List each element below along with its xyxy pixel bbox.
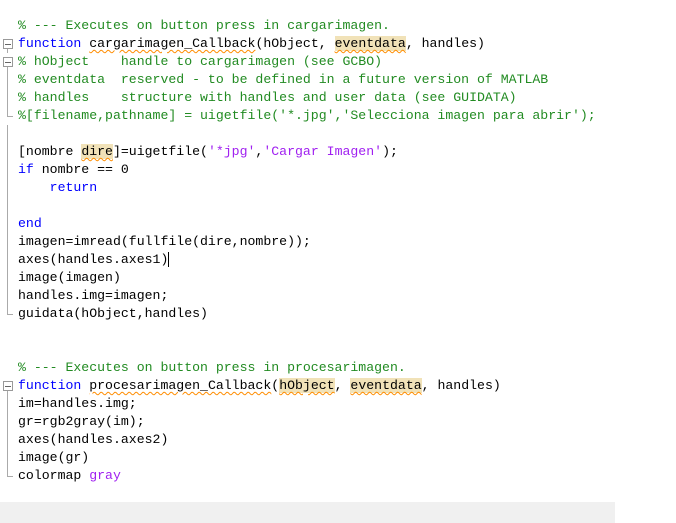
code-string: gray <box>89 468 121 483</box>
fold-end-marker <box>7 467 13 477</box>
code-editor[interactable]: % --- Executes on button press in cargar… <box>0 17 676 485</box>
code-token: , <box>334 378 351 393</box>
editor-bottom-panel <box>0 502 615 523</box>
code-line[interactable]: image(gr) <box>0 449 676 467</box>
code-line[interactable] <box>0 125 676 143</box>
code-token: (hObject, <box>255 36 335 51</box>
code-token: procesarimagen_Callback <box>89 378 272 393</box>
fold-guide <box>7 215 8 233</box>
code-line[interactable]: %[filename,pathname] = uigetfile('*.jpg'… <box>0 107 676 125</box>
code-line[interactable]: return <box>0 179 676 197</box>
code-comment: % --- Executes on button press in proces… <box>18 360 406 375</box>
code-string: 'Cargar Imagen' <box>263 144 383 159</box>
fold-guide <box>7 251 8 269</box>
code-token: axes(handles.axes2) <box>18 432 169 447</box>
fold-end-marker <box>7 305 13 315</box>
code-line[interactable]: imagen=imread(fullfile(dire,nombre)); <box>0 233 676 251</box>
code-keyword: function <box>18 378 90 393</box>
code-line[interactable]: end <box>0 215 676 233</box>
code-comment: % hObject handle to cargarimagen (see GC… <box>18 54 383 69</box>
code-token: dire <box>81 144 113 159</box>
fold-guide <box>7 269 8 287</box>
fold-guide <box>7 143 8 161</box>
code-token: axes(handles.axes1) <box>18 252 169 267</box>
code-token: , handles) <box>405 36 485 51</box>
code-token: ); <box>382 144 398 159</box>
code-token: hObject <box>279 378 335 393</box>
code-token: image(imagen) <box>18 270 121 285</box>
fold-guide <box>7 413 8 431</box>
code-keyword: if <box>18 162 34 177</box>
code-line[interactable] <box>0 323 676 341</box>
code-token: eventdata <box>350 378 422 393</box>
code-keyword: return <box>49 180 98 195</box>
code-line[interactable]: im=handles.img; <box>0 395 676 413</box>
code-token: colormap <box>18 468 90 483</box>
fold-guide <box>7 197 8 215</box>
code-line[interactable]: handles.img=imagen; <box>0 287 676 305</box>
code-line[interactable]: axes(handles.axes2) <box>0 431 676 449</box>
code-line[interactable]: colormap gray <box>0 467 676 485</box>
code-token: handles.img=imagen; <box>18 288 169 303</box>
code-line[interactable]: function cargarimagen_Callback(hObject, … <box>0 35 676 53</box>
code-keyword: function <box>18 36 90 51</box>
code-line[interactable]: % --- Executes on button press in cargar… <box>0 17 676 35</box>
code-line[interactable]: guidata(hObject,handles) <box>0 305 676 323</box>
code-comment: % handles structure with handles and use… <box>18 90 517 105</box>
code-token: nombre == 0 <box>33 162 129 177</box>
code-token: image(gr) <box>18 450 90 465</box>
code-line[interactable] <box>0 341 676 359</box>
code-token: cargarimagen_Callback <box>89 36 256 51</box>
code-line[interactable]: % handles structure with handles and use… <box>0 89 676 107</box>
fold-guide <box>7 71 8 89</box>
fold-guide <box>7 179 8 197</box>
code-line[interactable]: % eventdata reserved - to be defined in … <box>0 71 676 89</box>
fold-guide <box>7 449 8 467</box>
fold-toggle-icon[interactable] <box>3 57 13 67</box>
fold-guide <box>7 161 8 179</box>
code-string: '*jpg' <box>207 144 256 159</box>
code-line[interactable]: gr=rgb2gray(im); <box>0 413 676 431</box>
code-token: gr=rgb2gray(im); <box>18 414 145 429</box>
code-token: ( <box>271 378 280 393</box>
code-line[interactable]: axes(handles.axes1) <box>0 251 676 269</box>
code-comment: % eventdata reserved - to be defined in … <box>18 72 549 87</box>
fold-end-marker <box>7 107 13 117</box>
code-token: imagen=imread(fullfile(dire,nombre)); <box>18 234 311 249</box>
fold-guide <box>7 233 8 251</box>
code-line[interactable]: % hObject handle to cargarimagen (see GC… <box>0 53 676 71</box>
code-line[interactable]: [nombre dire]=uigetfile('*jpg','Cargar I… <box>0 143 676 161</box>
code-token: guidata(hObject,handles) <box>18 306 208 321</box>
fold-toggle-icon[interactable] <box>3 39 13 49</box>
code-token: im=handles.img; <box>18 396 137 411</box>
fold-guide <box>7 431 8 449</box>
code-token: ]=uigetfile( <box>112 144 208 159</box>
fold-guide <box>7 125 8 143</box>
code-line[interactable]: % --- Executes on button press in proces… <box>0 359 676 377</box>
code-comment: % --- Executes on button press in cargar… <box>18 18 390 33</box>
fold-guide <box>7 395 8 413</box>
code-line[interactable]: function procesarimagen_Callback(hObject… <box>0 377 676 395</box>
code-keyword: end <box>18 216 42 231</box>
fold-toggle-icon[interactable] <box>3 381 13 391</box>
code-line[interactable]: image(imagen) <box>0 269 676 287</box>
code-comment: %[filename,pathname] = uigetfile('*.jpg'… <box>18 108 596 123</box>
code-token: , handles) <box>421 378 501 393</box>
fold-guide <box>7 287 8 305</box>
code-token: eventdata <box>334 36 406 51</box>
code-line[interactable] <box>0 197 676 215</box>
text-cursor <box>168 252 170 268</box>
code-line[interactable]: if nombre == 0 <box>0 161 676 179</box>
fold-guide <box>7 89 8 107</box>
code-token: [nombre <box>18 144 82 159</box>
